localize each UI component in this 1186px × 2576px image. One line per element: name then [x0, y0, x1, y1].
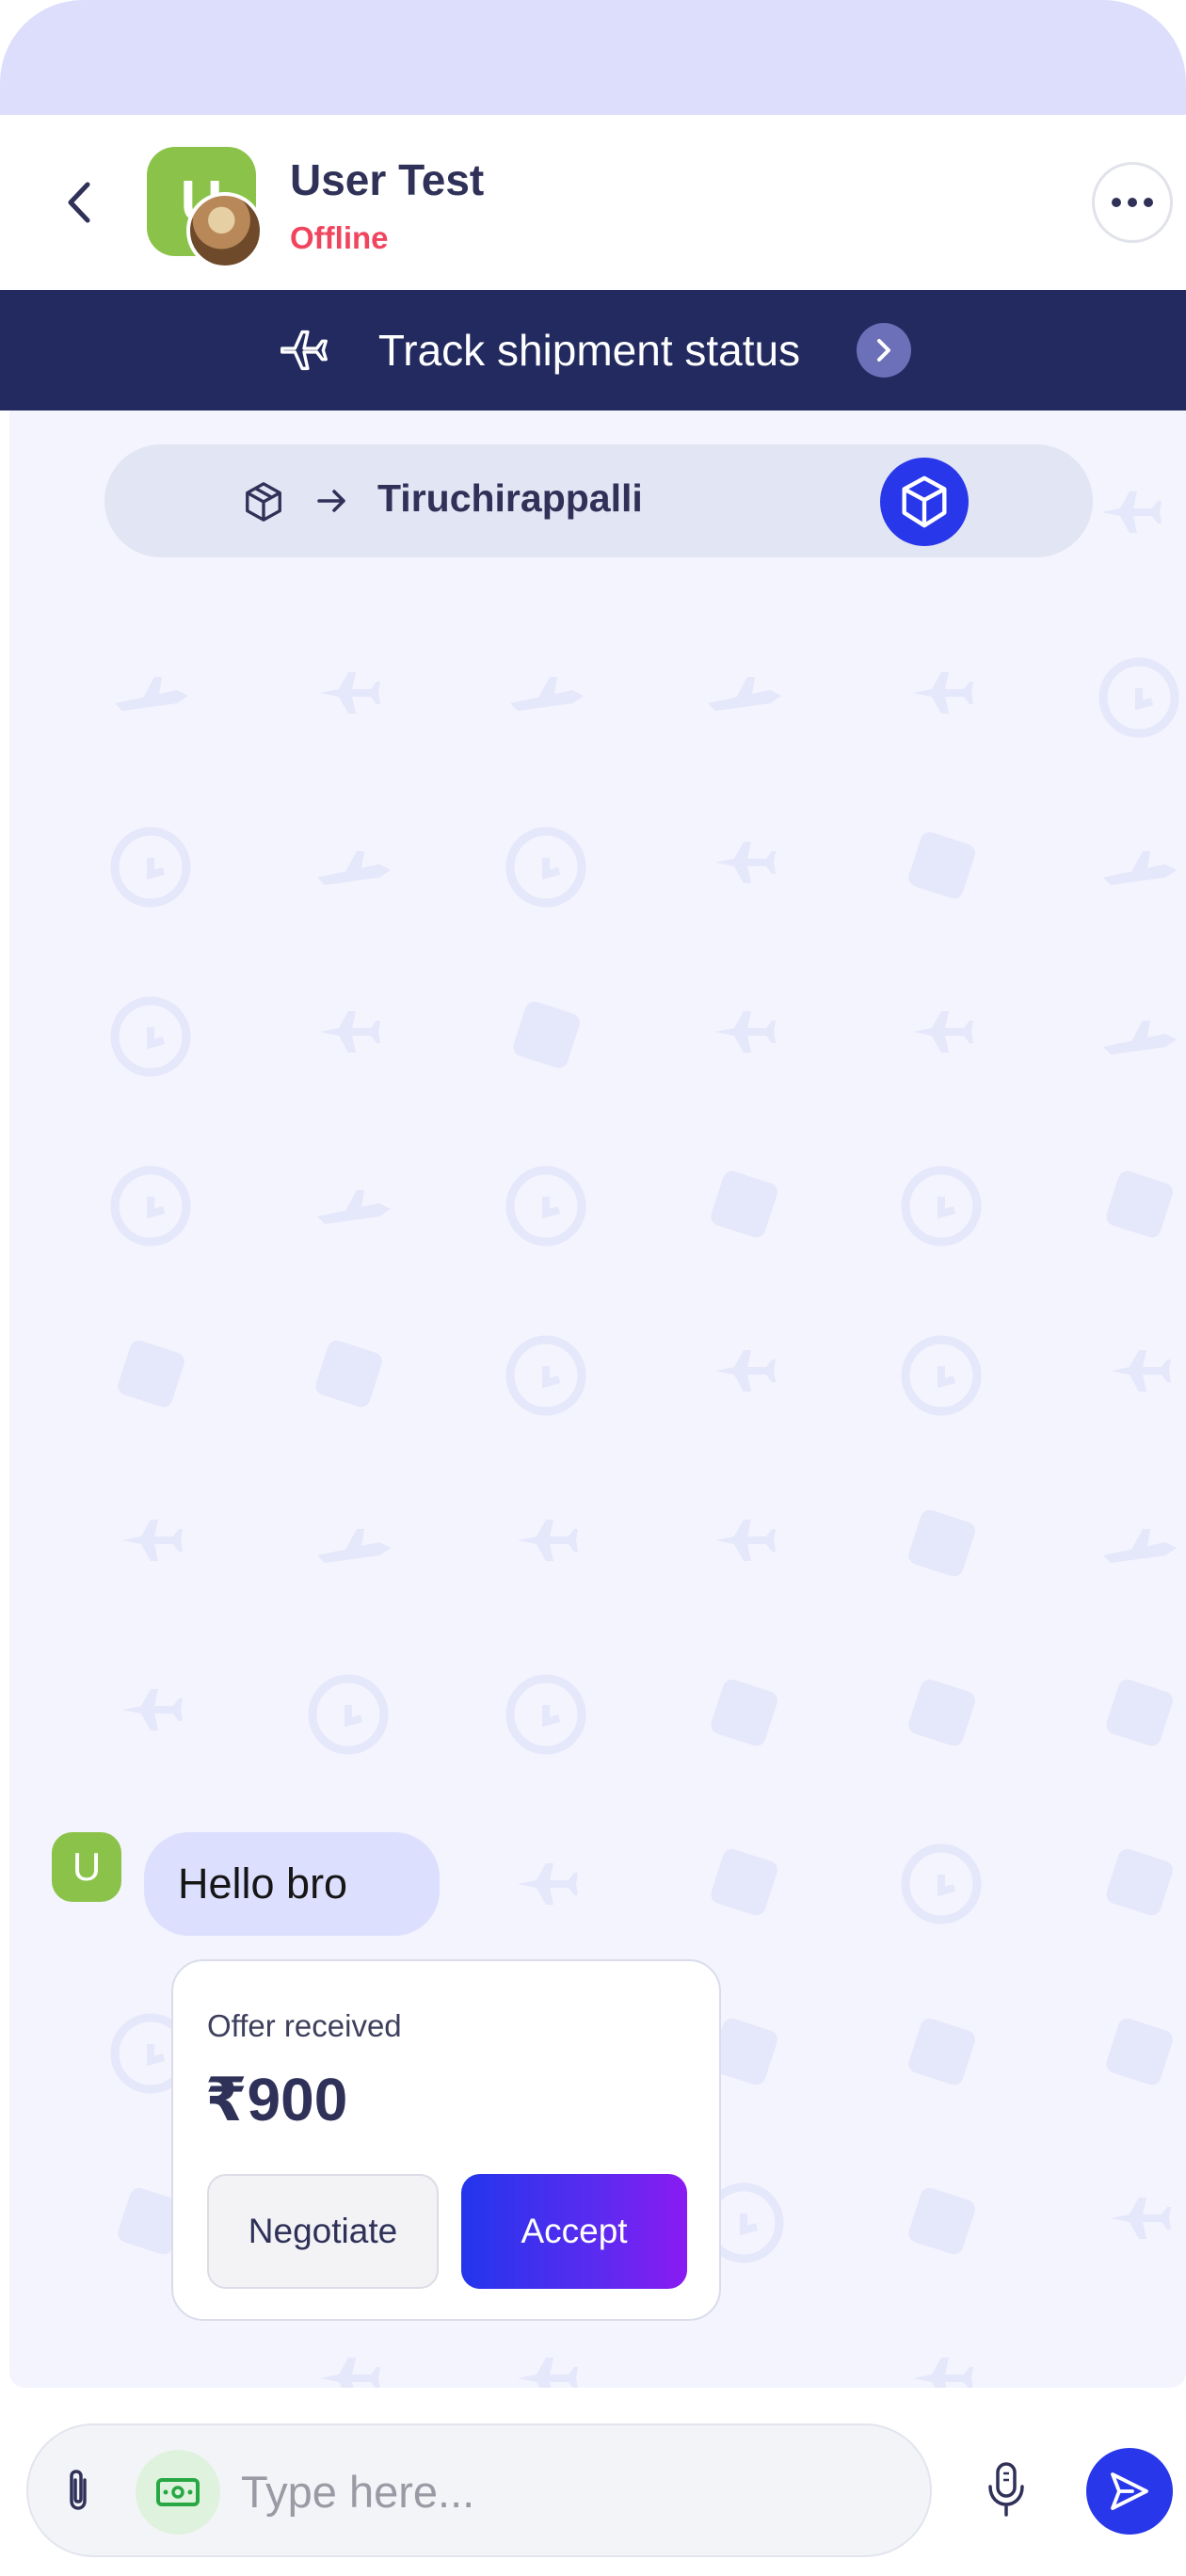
- more-dot: [1128, 198, 1137, 207]
- contact-avatar[interactable]: U: [147, 147, 265, 269]
- contact-status: Offline: [290, 220, 389, 255]
- send-button[interactable]: [1086, 2448, 1173, 2535]
- offer-money-button[interactable]: [136, 2450, 220, 2535]
- back-button[interactable]: [49, 171, 111, 233]
- chevron-right-icon: [857, 323, 912, 378]
- offer-card: Offer received ₹900 Negotiate Accept: [171, 1959, 721, 2321]
- microphone-button[interactable]: [975, 2457, 1037, 2523]
- chevron-left-icon: [68, 182, 90, 223]
- airplane-icon: [280, 330, 328, 371]
- track-shipment-label: Track shipment status: [377, 326, 801, 375]
- microphone-icon: [988, 2462, 1024, 2517]
- chat-header: U User Test Offline: [0, 115, 1186, 290]
- route-pill[interactable]: Tiruchirappalli: [104, 444, 1093, 557]
- arrow-right-icon: [317, 490, 345, 512]
- package-icon: [246, 482, 281, 522]
- message-input[interactable]: [241, 2454, 900, 2529]
- track-shipment-banner[interactable]: Track shipment status: [0, 290, 1186, 411]
- banknote-icon: [156, 2478, 200, 2506]
- more-options-button[interactable]: [1092, 162, 1173, 243]
- more-dots-icon: [1112, 198, 1121, 207]
- avatar-photo: [186, 192, 264, 269]
- message-composer: [26, 2423, 932, 2557]
- more-dot: [1144, 198, 1153, 207]
- offer-amount: ₹900: [205, 2066, 348, 2133]
- negotiate-button[interactable]: Negotiate: [207, 2174, 439, 2289]
- offer-label: Offer received: [207, 2008, 402, 2043]
- attach-button[interactable]: [49, 2461, 107, 2520]
- chat-area[interactable]: Tiruchirappalli U Hello bro Offer receiv…: [9, 411, 1186, 2388]
- route-destination: Tiruchirappalli: [377, 476, 643, 520]
- accept-button[interactable]: Accept: [461, 2174, 687, 2289]
- contact-name: User Test: [290, 155, 485, 204]
- send-icon: [1111, 2472, 1148, 2510]
- incoming-message-bubble: Hello bro: [144, 1832, 440, 1936]
- message-sender-avatar: U: [52, 1832, 121, 1902]
- paperclip-icon: [70, 2470, 87, 2510]
- top-band: [0, 0, 1186, 115]
- cube-icon: [902, 475, 947, 528]
- cube-button[interactable]: [880, 458, 969, 546]
